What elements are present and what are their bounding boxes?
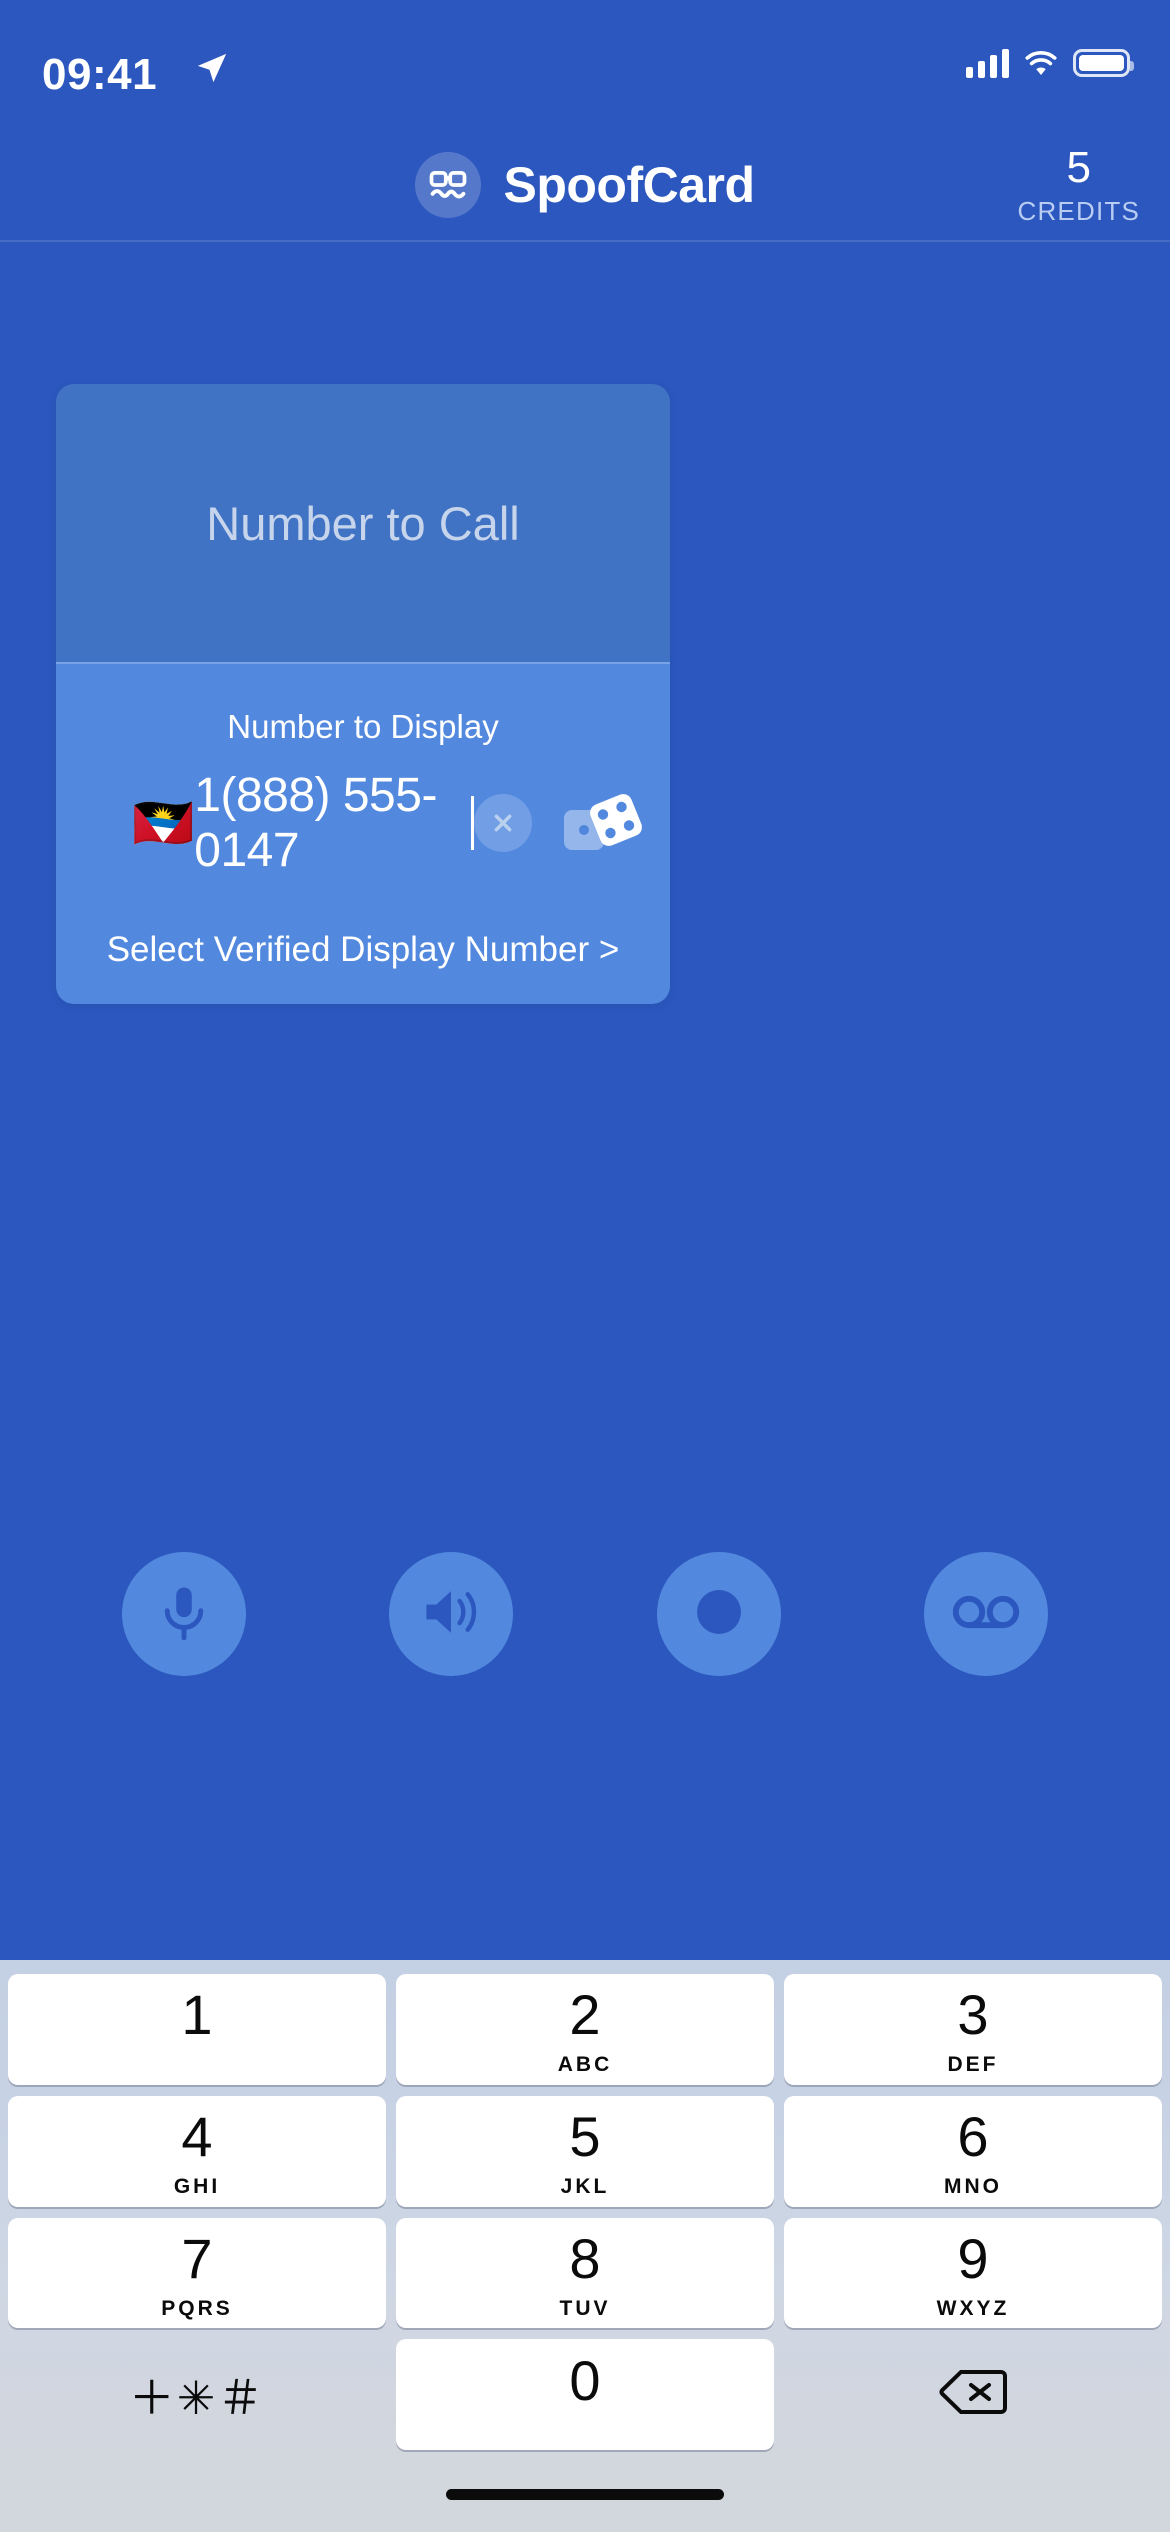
key-letters: PQRS bbox=[161, 2296, 233, 2320]
key-letters: GHI bbox=[173, 2175, 221, 2199]
sound-effects-button[interactable] bbox=[389, 1552, 514, 1676]
straight-to-voicemail-button[interactable] bbox=[924, 1552, 1049, 1676]
number-to-display-value: 1(888) 555-0147 bbox=[194, 769, 437, 877]
key-letters: DEF bbox=[947, 2053, 999, 2077]
battery-full-icon bbox=[1073, 49, 1134, 77]
credits-count: 5 bbox=[1066, 143, 1091, 192]
key-letters: WXYZ bbox=[936, 2296, 1010, 2320]
wifi-icon bbox=[1023, 49, 1059, 77]
phone-screen: 09:41 SpoofCard 5 CREDITS Number to Call… bbox=[0, 0, 1170, 2532]
status-bar-time: 09:41 bbox=[42, 50, 158, 99]
key-digit: 4 bbox=[181, 2105, 213, 2169]
key-7[interactable]: 7 PQRS bbox=[8, 2217, 386, 2329]
key-1[interactable]: 1 bbox=[8, 1974, 386, 2085]
key-3[interactable]: 3 DEF bbox=[784, 1974, 1162, 2085]
main-content: Number to Call Number to Display 🇦🇬 1(88… bbox=[0, 242, 1170, 1960]
spoofcard-mask-logo-icon bbox=[415, 152, 482, 218]
key-digit: 3 bbox=[957, 1983, 989, 2047]
key-9[interactable]: 9 WXYZ bbox=[784, 2217, 1162, 2329]
key-8[interactable]: 8 TUV bbox=[396, 2217, 774, 2329]
dial-keypad: 1 2 ABC 3 DEF 4 GHI 5 JKL 6 MNO 7 PQRS 8… bbox=[0, 1960, 1170, 2456]
key-digit: 5 bbox=[569, 2105, 601, 2169]
keypad-row: 7 PQRS 8 TUV 9 WXYZ bbox=[8, 2217, 1162, 2329]
key-symbols[interactable]: ＋✳＃ bbox=[8, 2339, 386, 2450]
number-to-display-label: Number to Display bbox=[227, 708, 499, 745]
key-digit: 2 bbox=[569, 1983, 601, 2047]
call-recording-button[interactable] bbox=[656, 1552, 781, 1676]
speaker-waves-icon bbox=[419, 1582, 483, 1647]
key-5[interactable]: 5 JKL bbox=[396, 2095, 774, 2207]
key-digit: 6 bbox=[957, 2105, 989, 2169]
keypad-row: ＋✳＃ 0 bbox=[8, 2339, 1162, 2450]
status-bar: 09:41 bbox=[0, 0, 1170, 130]
status-bar-indicators bbox=[966, 48, 1134, 78]
key-digit: 7 bbox=[181, 2226, 213, 2290]
select-verified-display-number-button[interactable]: Select Verified Display Number > bbox=[56, 930, 670, 970]
key-digit: 8 bbox=[569, 2226, 601, 2290]
voice-changer-button[interactable] bbox=[121, 1552, 246, 1676]
key-digit: 9 bbox=[957, 2226, 989, 2290]
keypad-row: 1 2 ABC 3 DEF bbox=[8, 1974, 1162, 2085]
dial-card: Number to Call Number to Display 🇦🇬 1(88… bbox=[56, 384, 670, 1004]
home-indicator-area bbox=[0, 2456, 1170, 2532]
number-to-call-field[interactable]: Number to Call bbox=[56, 384, 670, 662]
country-flag-icon[interactable]: 🇦🇬 bbox=[132, 798, 194, 848]
record-circle-icon bbox=[688, 1581, 750, 1648]
brand: SpoofCard bbox=[415, 152, 755, 218]
voicemail-icon bbox=[952, 1590, 1020, 1639]
location-arrow-icon bbox=[195, 50, 229, 86]
credits-indicator[interactable]: 5 CREDITS bbox=[1017, 143, 1140, 226]
key-letters: MNO bbox=[944, 2175, 1002, 2199]
home-indicator[interactable] bbox=[446, 2488, 724, 2500]
key-digit: 1 bbox=[181, 1983, 213, 2047]
clear-circle-x-icon[interactable] bbox=[474, 794, 532, 852]
call-options-row bbox=[0, 1552, 1170, 1676]
number-to-display-section: Number to Display 🇦🇬 1(888) 555-0147 Sel… bbox=[56, 662, 670, 1004]
keypad-row: 4 GHI 5 JKL 6 MNO bbox=[8, 2095, 1162, 2207]
key-symbols-label: ＋✳＃ bbox=[128, 2371, 266, 2424]
key-6[interactable]: 6 MNO bbox=[784, 2095, 1162, 2207]
dice-icon[interactable] bbox=[558, 790, 644, 856]
key-0[interactable]: 0 bbox=[396, 2339, 774, 2450]
microphone-icon bbox=[153, 1581, 215, 1648]
key-letters: ABC bbox=[557, 2053, 613, 2077]
key-digit: 0 bbox=[569, 2348, 601, 2412]
app-title: SpoofCard bbox=[503, 157, 755, 213]
key-letters: TUV bbox=[559, 2296, 611, 2320]
key-4[interactable]: 4 GHI bbox=[8, 2095, 386, 2207]
number-to-call-placeholder: Number to Call bbox=[206, 496, 520, 550]
backspace-delete-icon bbox=[939, 2368, 1007, 2421]
number-to-display-row: 🇦🇬 1(888) 555-0147 bbox=[56, 768, 670, 878]
app-header: SpoofCard 5 CREDITS bbox=[0, 130, 1170, 242]
cellular-signal-icon bbox=[966, 48, 1009, 78]
credits-label: CREDITS bbox=[1017, 196, 1140, 226]
backspace-button[interactable] bbox=[784, 2339, 1162, 2450]
key-letters: JKL bbox=[560, 2175, 610, 2199]
number-to-display-input[interactable]: 1(888) 555-0147 bbox=[194, 768, 474, 878]
key-2[interactable]: 2 ABC bbox=[396, 1974, 774, 2085]
